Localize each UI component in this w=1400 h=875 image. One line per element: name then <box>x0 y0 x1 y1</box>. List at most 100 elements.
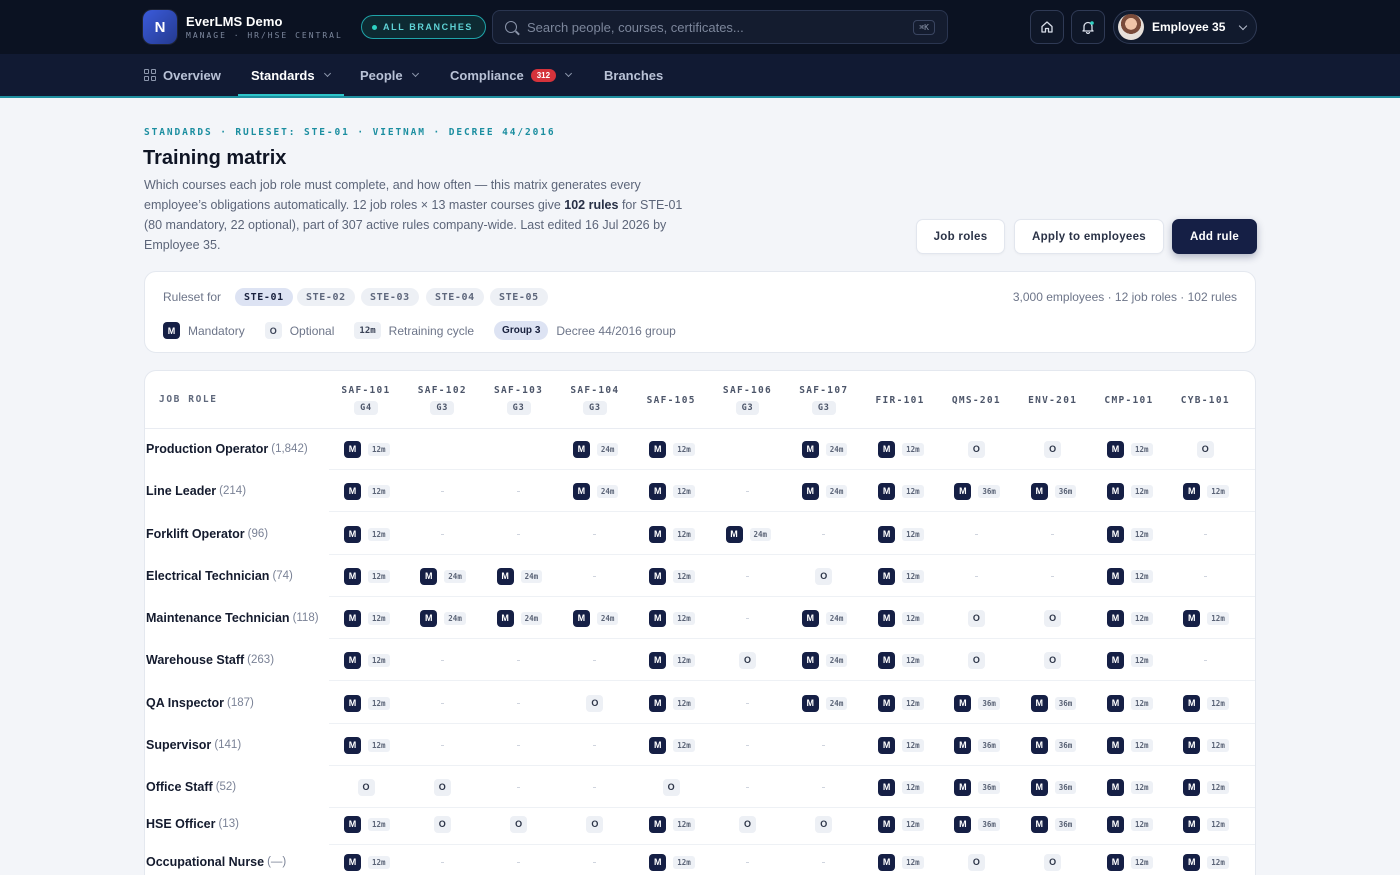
matrix-cell[interactable]: M 36m <box>1015 470 1091 512</box>
matrix-cell[interactable]: O <box>786 555 862 597</box>
matrix-cell[interactable]: M 12m <box>862 428 938 470</box>
job-roles-button[interactable]: Job roles <box>916 219 1005 254</box>
matrix-cell[interactable]: O <box>328 766 404 808</box>
matrix-cell[interactable] <box>557 639 633 681</box>
matrix-cell[interactable]: M 12m <box>328 724 404 766</box>
matrix-cell[interactable] <box>481 682 557 724</box>
matrix-cell[interactable]: O <box>1167 428 1243 470</box>
matrix-cell[interactable]: M 12m <box>1091 841 1167 875</box>
matrix-cell[interactable]: M 36m <box>1015 803 1091 845</box>
matrix-cell[interactable]: M 12m <box>862 639 938 681</box>
job-role-name[interactable]: Warehouse Staff (263) <box>146 639 274 681</box>
matrix-cell[interactable]: O <box>938 639 1014 681</box>
matrix-cell[interactable]: M <box>1244 841 1255 875</box>
job-role-name[interactable]: Supervisor (141) <box>146 724 241 766</box>
matrix-cell[interactable]: M 24m <box>481 597 557 639</box>
matrix-cell[interactable]: O <box>710 803 786 845</box>
matrix-cell[interactable] <box>557 766 633 808</box>
nav-compliance[interactable]: Compliance 312 <box>450 54 573 96</box>
matrix-cell[interactable] <box>481 841 557 875</box>
matrix-cell[interactable]: M 36m <box>1015 724 1091 766</box>
matrix-cell[interactable]: O <box>557 803 633 845</box>
matrix-cell[interactable]: O <box>710 639 786 681</box>
matrix-cell[interactable]: M 12m <box>1091 597 1167 639</box>
matrix-cell[interactable] <box>1244 724 1255 766</box>
matrix-cell[interactable]: M 12m <box>1167 841 1243 875</box>
column-header-saf-106[interactable]: SAF-106 G3 <box>710 371 786 429</box>
matrix-cell[interactable] <box>1244 428 1255 470</box>
matrix-cell[interactable]: M 12m <box>862 803 938 845</box>
matrix-cell[interactable] <box>710 766 786 808</box>
matrix-cell[interactable]: M 12m <box>862 682 938 724</box>
matrix-cell[interactable]: M 24m <box>481 555 557 597</box>
matrix-cell[interactable] <box>404 470 480 512</box>
matrix-cell[interactable]: M 12m <box>1167 682 1243 724</box>
matrix-cell[interactable] <box>938 513 1014 555</box>
notifications-button[interactable] <box>1071 10 1105 44</box>
matrix-cell[interactable] <box>557 841 633 875</box>
matrix-cell[interactable]: M 24m <box>786 682 862 724</box>
matrix-cell[interactable]: M 36m <box>938 766 1014 808</box>
column-header-saf-103[interactable]: SAF-103 G3 <box>481 371 557 429</box>
matrix-cell[interactable]: M 12m <box>862 513 938 555</box>
matrix-cell[interactable]: M 12m <box>328 428 404 470</box>
matrix-cell[interactable]: M 12m <box>1167 766 1243 808</box>
matrix-cell[interactable] <box>786 841 862 875</box>
matrix-cell[interactable]: M 24m <box>557 470 633 512</box>
matrix-cell[interactable]: O <box>1015 597 1091 639</box>
home-button[interactable] <box>1030 10 1064 44</box>
matrix-cell[interactable]: M 12m <box>1167 597 1243 639</box>
job-role-name[interactable]: Forklift Operator (96) <box>146 513 268 555</box>
nav-people[interactable]: People <box>360 54 419 96</box>
matrix-cell[interactable]: M 12m <box>1091 470 1167 512</box>
matrix-cell[interactable] <box>1244 555 1255 597</box>
matrix-cell[interactable]: M 36m <box>938 724 1014 766</box>
matrix-cell[interactable] <box>404 639 480 681</box>
matrix-cell[interactable] <box>404 682 480 724</box>
matrix-cell[interactable] <box>710 597 786 639</box>
matrix-cell[interactable] <box>557 555 633 597</box>
matrix-cell[interactable]: M 24m <box>786 470 862 512</box>
ruleset-chip-ste-05[interactable]: STE-05 <box>490 288 548 306</box>
matrix-cell[interactable]: M 12m <box>1167 470 1243 512</box>
matrix-cell[interactable] <box>1015 513 1091 555</box>
matrix-cell[interactable]: M 12m <box>1091 682 1167 724</box>
matrix-cell[interactable] <box>481 766 557 808</box>
matrix-cell[interactable]: M 12m <box>328 639 404 681</box>
matrix-cell[interactable]: O <box>404 803 480 845</box>
matrix-cell[interactable]: O <box>481 803 557 845</box>
matrix-cell[interactable] <box>786 766 862 808</box>
matrix-cell[interactable]: M 12m <box>862 724 938 766</box>
matrix-cell[interactable]: M 24m <box>786 639 862 681</box>
matrix-cell[interactable]: M 36m <box>938 470 1014 512</box>
matrix-cell[interactable]: M 12m <box>1091 428 1167 470</box>
matrix-cell[interactable]: M 12m <box>1167 724 1243 766</box>
matrix-cell[interactable] <box>404 513 480 555</box>
matrix-cell[interactable]: M 36m <box>938 682 1014 724</box>
matrix-cell[interactable]: M 12m <box>633 597 709 639</box>
matrix-cell[interactable]: M 12m <box>1091 724 1167 766</box>
matrix-cell[interactable]: M 36m <box>938 803 1014 845</box>
column-header-cmp-101[interactable]: CMP-101 <box>1091 371 1167 429</box>
matrix-cell[interactable]: O <box>1015 639 1091 681</box>
matrix-cell[interactable] <box>481 428 557 470</box>
matrix-cell[interactable]: M 12m <box>862 766 938 808</box>
column-header-c[interactable]: C <box>1244 371 1255 429</box>
matrix-cell[interactable] <box>404 428 480 470</box>
job-role-name[interactable]: Electrical Technician (74) <box>146 555 293 597</box>
job-role-name[interactable]: Office Staff (52) <box>146 766 236 808</box>
ruleset-chip-ste-04[interactable]: STE-04 <box>426 288 484 306</box>
matrix-cell[interactable]: M 12m <box>1091 513 1167 555</box>
matrix-cell[interactable]: M 12m <box>328 555 404 597</box>
matrix-cell[interactable]: M 12m <box>633 639 709 681</box>
app-logo[interactable]: N <box>143 10 177 44</box>
matrix-cell[interactable]: M 12m <box>328 682 404 724</box>
matrix-cell[interactable] <box>1244 639 1255 681</box>
column-header-saf-107[interactable]: SAF-107 G3 <box>786 371 862 429</box>
column-header-saf-104[interactable]: SAF-104 G3 <box>557 371 633 429</box>
matrix-cell[interactable]: M 24m <box>557 597 633 639</box>
matrix-cell[interactable]: M 12m <box>633 513 709 555</box>
matrix-cell[interactable]: M 12m <box>862 470 938 512</box>
matrix-cell[interactable] <box>481 513 557 555</box>
user-menu[interactable]: Employee 35 <box>1113 10 1257 44</box>
